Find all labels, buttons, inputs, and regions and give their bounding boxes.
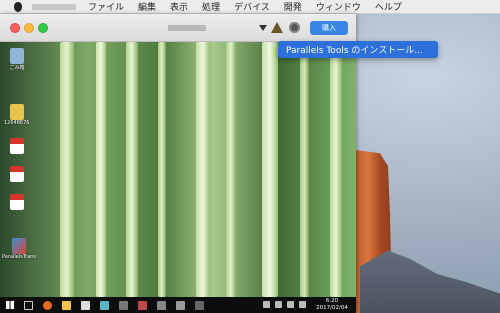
install-parallels-tools-button[interactable]: Parallels Tools のインストール... [278,41,438,58]
menu-file[interactable]: ファイル [88,0,124,13]
gear-icon[interactable] [289,22,300,33]
firefox-icon[interactable] [43,300,52,310]
windows-start-icon[interactable] [6,301,14,309]
app-icon[interactable] [119,300,128,310]
menu-edit[interactable]: 編集 [138,0,156,13]
mac-menu-bar: ファイル 編集 表示 処理 デバイス 開発 ウィンドウ ヘルプ [0,0,500,14]
windows-taskbar: 6:20 2017/02/04 [0,297,356,313]
taskbar-clock[interactable]: 6:20 2017/02/04 [310,298,354,312]
app-icon[interactable] [100,300,109,310]
app-icon[interactable] [157,300,166,310]
folder-icon[interactable] [62,300,71,310]
wallpaper-bamboo [126,42,138,297]
pdf-icon [10,166,24,182]
wallpaper-bamboo [158,42,166,297]
wallpaper-bamboo [330,42,342,297]
warning-icon[interactable] [271,22,283,33]
desktop-icon-label: ごみ箱 [9,65,25,71]
transporter-icon [12,238,26,254]
battery-icon[interactable] [287,301,294,308]
wallpaper-bamboo [226,42,236,297]
app-icon[interactable] [176,300,185,310]
chevron-down-icon[interactable] [259,25,267,31]
wallpaper-bamboo [196,42,210,297]
menu-develop[interactable]: 開発 [284,0,302,13]
wallpaper-bamboo [300,42,309,297]
pdf-icon [10,138,24,154]
desktop-icon[interactable]: ParallelsTranspo... [2,238,36,260]
system-tray [263,301,306,308]
wallpaper-bamboo [96,42,106,297]
buy-button[interactable]: 購入 [310,21,348,35]
network-icon[interactable] [275,301,282,308]
menu-window[interactable]: ウィンドウ [316,0,361,13]
file-icon [10,104,24,120]
desktop-icon-label: ParallelsTranspo... [2,254,36,260]
desktop-icon[interactable] [4,166,30,182]
menu-view[interactable]: 表示 [170,0,188,13]
menu-help[interactable]: ヘルプ [375,0,402,13]
menu-devices[interactable]: デバイス [234,0,270,13]
volume-icon[interactable] [299,301,306,308]
store-icon[interactable] [81,300,90,310]
app-name-redacted[interactable] [32,3,76,10]
desktop-icon[interactable] [4,194,30,210]
guest-windows-desktop[interactable]: ごみ箱 1264867684 ParallelsTranspo... [0,42,356,313]
recycle-bin-icon [10,48,24,64]
app-icon[interactable] [138,300,147,310]
clock-time: 6:20 [325,298,339,304]
zoom-icon[interactable] [38,23,48,33]
wallpaper-bamboo [262,42,278,297]
vm-window: 購入 ごみ箱 1264867684 ParallelsTrans [0,14,356,313]
wallpaper-bamboo [60,42,74,297]
clock-date: 2017/02/04 [316,305,348,311]
desktop-icon[interactable]: ごみ箱 [4,48,30,71]
minimize-icon[interactable] [24,23,34,33]
window-title-redacted [168,25,206,31]
desktop-icon[interactable]: 1264867684 [4,104,30,126]
menu-actions[interactable]: 処理 [202,0,220,13]
apple-icon[interactable] [14,1,22,12]
app-icon[interactable] [195,300,204,310]
pdf-icon [10,194,24,210]
chevron-up-icon[interactable] [263,301,270,308]
window-titlebar[interactable]: 購入 [0,14,356,42]
task-view-icon[interactable] [24,300,33,310]
desktop-icon[interactable] [4,138,30,154]
desktop-icon-label: 1264867684 [4,120,30,126]
close-icon[interactable] [10,23,20,33]
